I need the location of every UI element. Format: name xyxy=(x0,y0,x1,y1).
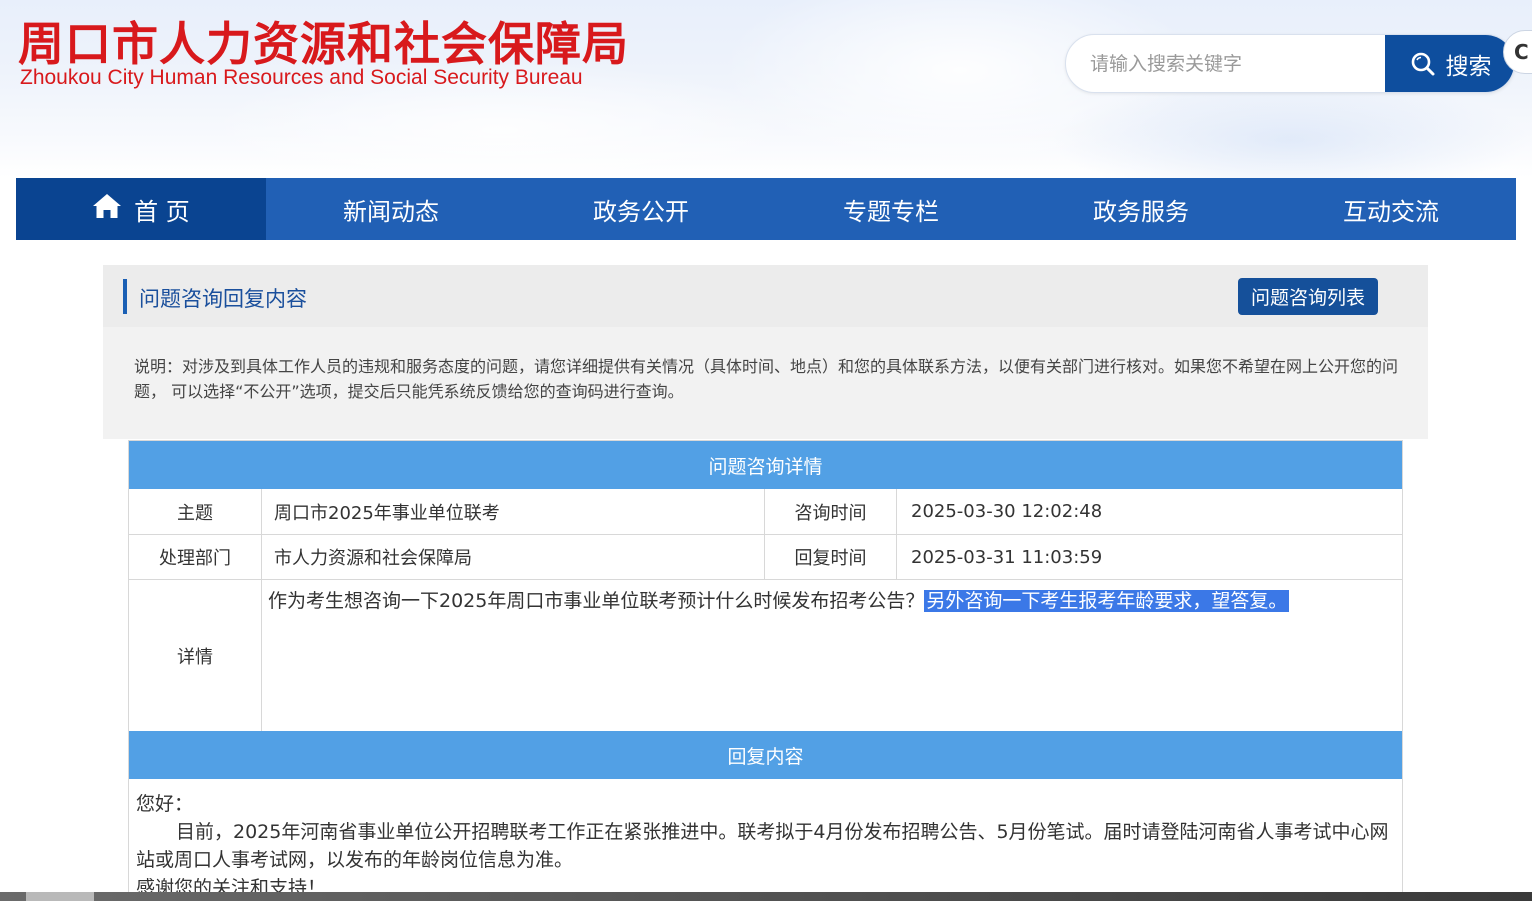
nav-item-label: 专题专栏 xyxy=(843,197,939,226)
reply-body: 目前，2025年河南省事业单位公开招聘联考工作正在紧张推进中。联考拟于4月份发布… xyxy=(136,821,1389,871)
page-title: 问题咨询回复内容 xyxy=(139,287,307,311)
nav-item-interaction[interactable]: 互动交流 xyxy=(1266,178,1516,240)
instructions-text: 说明：对涉及到具体工作人员的违规和服务态度的问题，请您详细提供有关情况（具体时间… xyxy=(134,357,1399,401)
table-row: 主题 周口市2025年事业单位联考 咨询时间 2025-03-30 12:02:… xyxy=(129,489,1402,535)
reply-time-label: 回复时间 xyxy=(765,535,897,579)
consult-time-label: 咨询时间 xyxy=(765,489,897,534)
nav-item-home[interactable]: 首 页 xyxy=(16,178,266,240)
table-row: 处理部门 市人力资源和社会保障局 回复时间 2025-03-31 11:03:5… xyxy=(129,535,1402,580)
nav-item-label: 首 页 xyxy=(134,197,190,226)
details-header: 问题咨询详情 xyxy=(129,441,1402,489)
search-box: 搜索 xyxy=(1065,34,1515,93)
subject-value: 周口市2025年事业单位联考 xyxy=(262,489,765,534)
title-accent-bar xyxy=(123,279,127,314)
detail-label: 详情 xyxy=(129,580,262,731)
reply-greeting: 您好： xyxy=(136,793,194,815)
department-label: 处理部门 xyxy=(129,535,262,579)
department-value: 市人力资源和社会保障局 xyxy=(262,535,765,579)
nav-item-label: 互动交流 xyxy=(1343,197,1439,226)
question-text: 作为考生想咨询一下2025年周口市事业单位联考预计什么时候发布招考公告？ xyxy=(268,590,925,612)
taskbar-strip xyxy=(0,892,1532,901)
nav-item-gov-services[interactable]: 政务服务 xyxy=(1016,178,1266,240)
corner-button-label: C xyxy=(1514,40,1529,64)
nav-item-label: 新闻动态 xyxy=(343,197,439,226)
taskbar-tab[interactable] xyxy=(26,892,94,901)
search-button[interactable]: 搜索 xyxy=(1385,35,1514,92)
detail-question-text: 作为考生想咨询一下2025年周口市事业单位联考预计什么时候发布招考公告？ 另外咨询… xyxy=(268,586,1290,613)
selected-text: 另外咨询一下考生报考年龄要求，望答复。 xyxy=(924,590,1290,612)
search-button-label: 搜索 xyxy=(1445,53,1492,80)
nav-item-news[interactable]: 新闻动态 xyxy=(266,178,516,240)
home-icon xyxy=(92,193,122,225)
search-icon xyxy=(1410,51,1436,77)
site-title-chinese[interactable]: 周口市人力资源和社会保障局 xyxy=(18,8,629,74)
nav-item-special-topics[interactable]: 专题专栏 xyxy=(766,178,1016,240)
reply-header: 回复内容 xyxy=(129,731,1402,779)
consult-details-table: 问题咨询详情 主题 周口市2025年事业单位联考 咨询时间 2025-03-30… xyxy=(128,440,1403,899)
search-input[interactable] xyxy=(1066,35,1384,92)
table-row: 详情 作为考生想咨询一下2025年周口市事业单位联考预计什么时候发布招考公告？另… xyxy=(129,580,1402,731)
main-nav: 首 页 新闻动态 政务公开 专题专栏 政务服务 互动交流 xyxy=(16,178,1516,240)
nav-item-label: 政务公开 xyxy=(593,197,689,226)
consult-list-button[interactable]: 问题咨询列表 xyxy=(1238,278,1378,315)
consult-panel: 问题咨询回复内容 问题咨询列表 说明：对涉及到具体工作人员的违规和服务态度的问题… xyxy=(103,265,1428,439)
panel-header: 问题咨询回复内容 问题咨询列表 xyxy=(103,265,1428,327)
consult-time-value: 2025-03-30 12:02:48 xyxy=(911,501,1103,522)
site-header: 周口市人力资源和社会保障局 Zhoukou City Human Resourc… xyxy=(0,0,1532,178)
reply-content: 您好： 目前，2025年河南省事业单位公开招聘联考工作正在紧张推进中。联考拟于4… xyxy=(136,790,1396,901)
reply-time-value: 2025-03-31 11:03:59 xyxy=(911,546,1103,568)
nav-item-gov-affairs[interactable]: 政务公开 xyxy=(516,178,766,240)
site-title-english[interactable]: Zhoukou City Human Resources and Social … xyxy=(20,66,583,90)
nav-item-label: 政务服务 xyxy=(1093,197,1189,226)
subject-label: 主题 xyxy=(129,489,262,534)
header-cloud xyxy=(1050,80,1530,178)
